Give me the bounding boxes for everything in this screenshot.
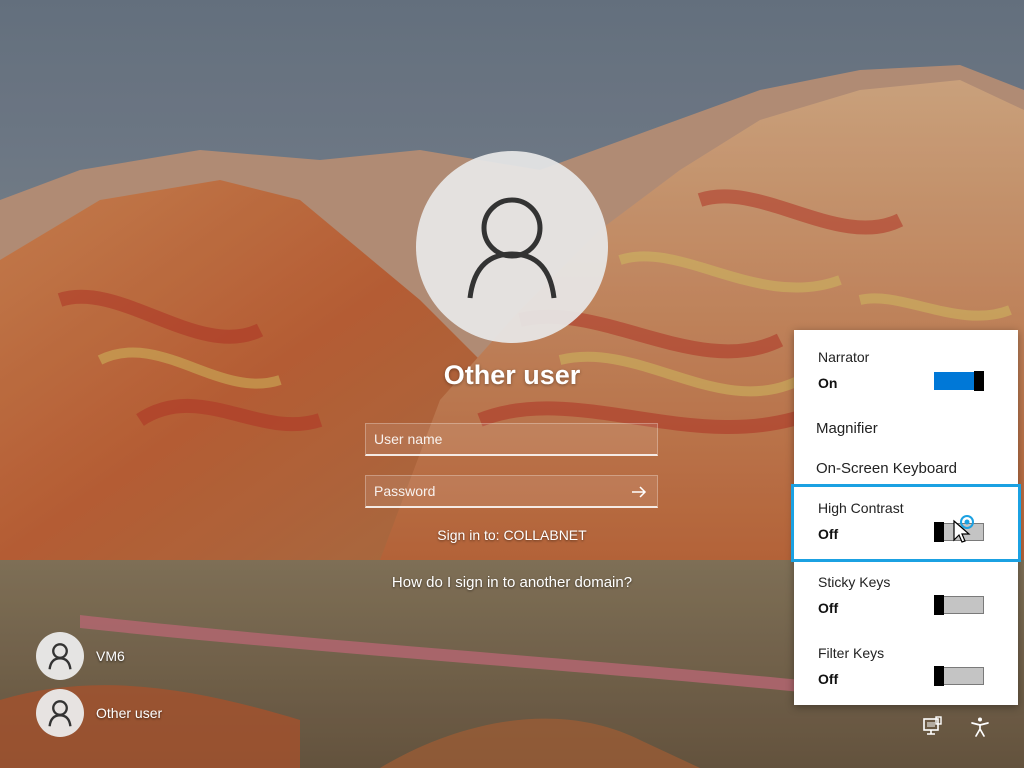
- magnifier-label: Magnifier: [816, 420, 878, 437]
- high-contrast-state: Off: [818, 526, 839, 542]
- toggle-knob: [974, 371, 984, 391]
- filter-keys-toggle[interactable]: [934, 666, 984, 686]
- username-field[interactable]: [365, 423, 658, 456]
- narrator-label: Narrator: [818, 349, 870, 365]
- user-list-item[interactable]: Other user: [36, 689, 162, 737]
- user-avatar-large: [416, 151, 608, 343]
- accessibility-menu: Narrator On Magnifier On-Screen Keyboard…: [791, 330, 1021, 705]
- submit-arrow-icon[interactable]: [629, 482, 649, 502]
- accessibility-icon[interactable]: [969, 716, 991, 738]
- user-name-label: VM6: [96, 648, 125, 664]
- filter-keys-label: Filter Keys: [818, 645, 885, 661]
- user-name-label: Other user: [96, 705, 163, 721]
- magnifier-option[interactable]: Magnifier: [794, 410, 1018, 444]
- high-contrast-option[interactable]: High Contrast Off: [794, 484, 1018, 562]
- password-input[interactable]: [366, 476, 632, 506]
- username-input[interactable]: [366, 424, 632, 454]
- toggle-knob: [934, 595, 944, 615]
- filter-keys-option[interactable]: Filter Keys Off: [794, 635, 1018, 705]
- other-domain-link[interactable]: How do I sign in to another domain?: [312, 574, 712, 591]
- user-title: Other user: [443, 360, 581, 390]
- mouse-cursor: [953, 515, 974, 543]
- user-avatar: [36, 632, 84, 680]
- user-avatar: [36, 689, 84, 737]
- on-screen-keyboard-label: On-Screen Keyboard: [816, 460, 957, 477]
- person-icon: [48, 643, 72, 670]
- sticky-keys-label: Sticky Keys: [818, 574, 891, 590]
- narrator-option[interactable]: Narrator On: [794, 330, 1018, 400]
- on-screen-keyboard-option[interactable]: On-Screen Keyboard: [794, 450, 1018, 484]
- sign-in-domain-label: Sign in to: COLLABNET: [437, 527, 587, 543]
- sticky-keys-option[interactable]: Sticky Keys Off: [794, 564, 1018, 634]
- sticky-keys-toggle[interactable]: [934, 595, 984, 615]
- narrator-state: On: [818, 375, 838, 391]
- filter-keys-state: Off: [818, 671, 839, 687]
- user-list-item[interactable]: VM6: [36, 632, 125, 680]
- person-icon: [467, 197, 557, 299]
- network-icon[interactable]: [921, 716, 943, 738]
- sticky-keys-state: Off: [818, 600, 839, 616]
- narrator-toggle[interactable]: [934, 371, 984, 391]
- toggle-knob: [934, 666, 944, 686]
- toggle-knob: [934, 522, 944, 542]
- high-contrast-label: High Contrast: [818, 500, 904, 516]
- password-field[interactable]: [365, 475, 658, 508]
- person-icon: [48, 700, 72, 727]
